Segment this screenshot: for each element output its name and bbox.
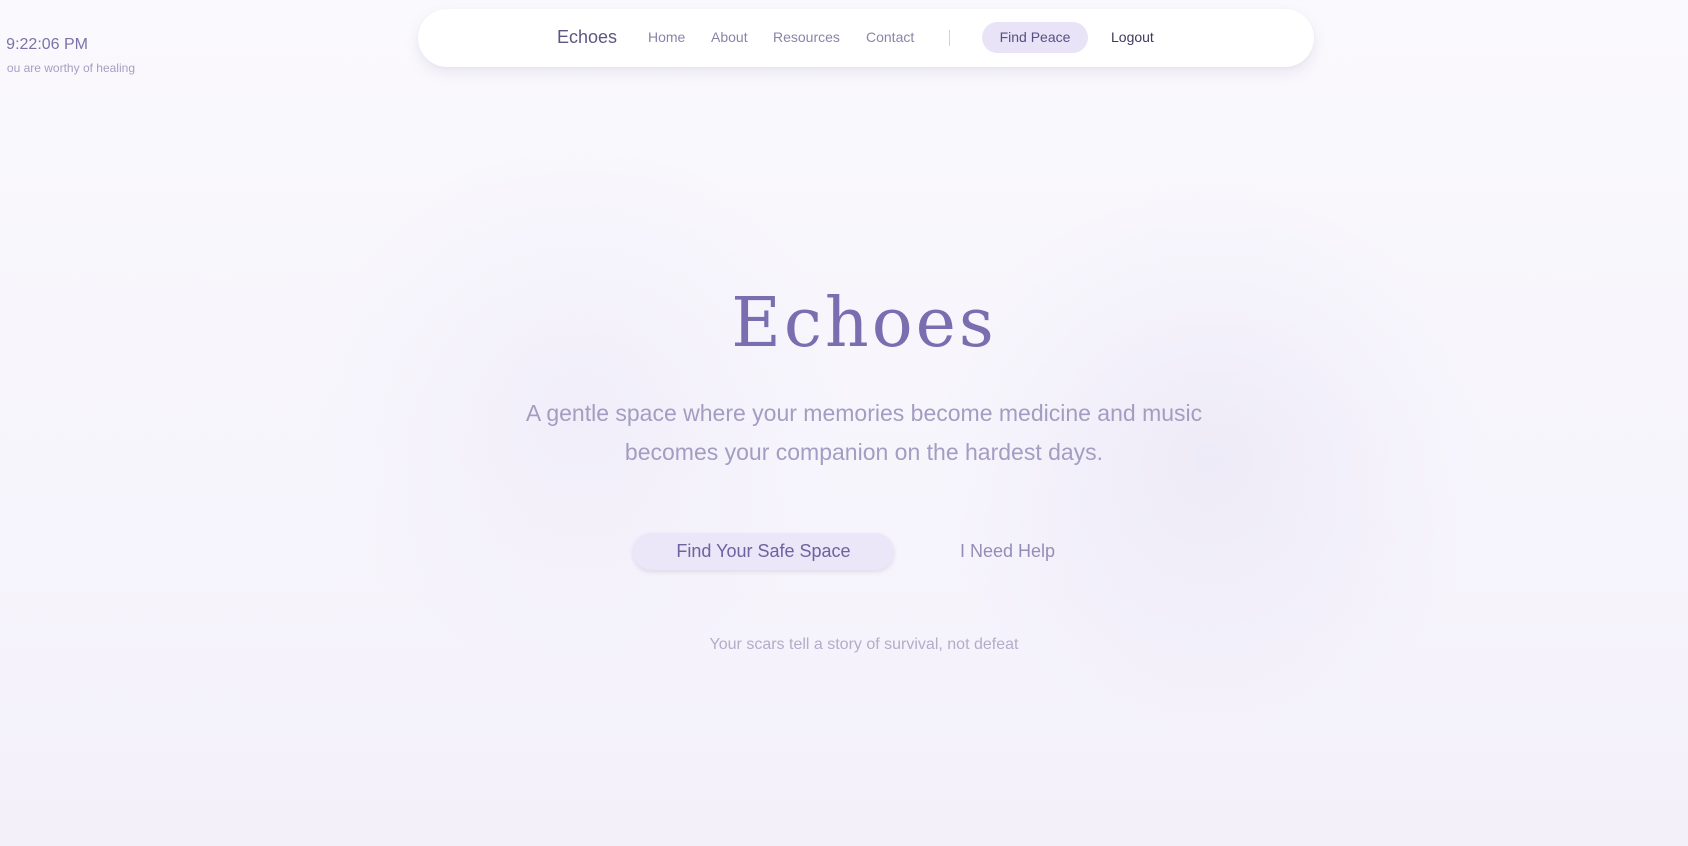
clock-affirmation: ou are worthy of healing	[6, 61, 135, 75]
nav-brand[interactable]: Echoes	[557, 27, 617, 48]
top-navbar: Echoes Home About Resources Contact Find…	[418, 9, 1314, 67]
nav-link-resources[interactable]: Resources	[773, 29, 840, 45]
need-help-button[interactable]: I Need Help	[940, 533, 1075, 570]
hero-subtitle: A gentle space where your memories becom…	[525, 400, 1203, 465]
clock-widget: 9:22:06 PM ou are worthy of healing	[0, 35, 180, 75]
find-peace-button[interactable]: Find Peace	[982, 22, 1088, 53]
find-safe-space-button[interactable]: Find Your Safe Space	[633, 533, 894, 570]
nav-divider	[949, 30, 950, 46]
hero-actions: Find Your Safe Space I Need Help	[0, 533, 1688, 571]
nav-link-about[interactable]: About	[711, 29, 748, 45]
nav-link-home[interactable]: Home	[648, 29, 685, 45]
hero-title: Echoes	[731, 284, 997, 363]
logout-button[interactable]: Logout	[1111, 29, 1154, 45]
nav-link-contact[interactable]: Contact	[866, 29, 914, 45]
clock-time: 9:22:06 PM	[6, 36, 88, 53]
hero-footnote: Your scars tell a story of survival, not…	[709, 636, 1019, 653]
